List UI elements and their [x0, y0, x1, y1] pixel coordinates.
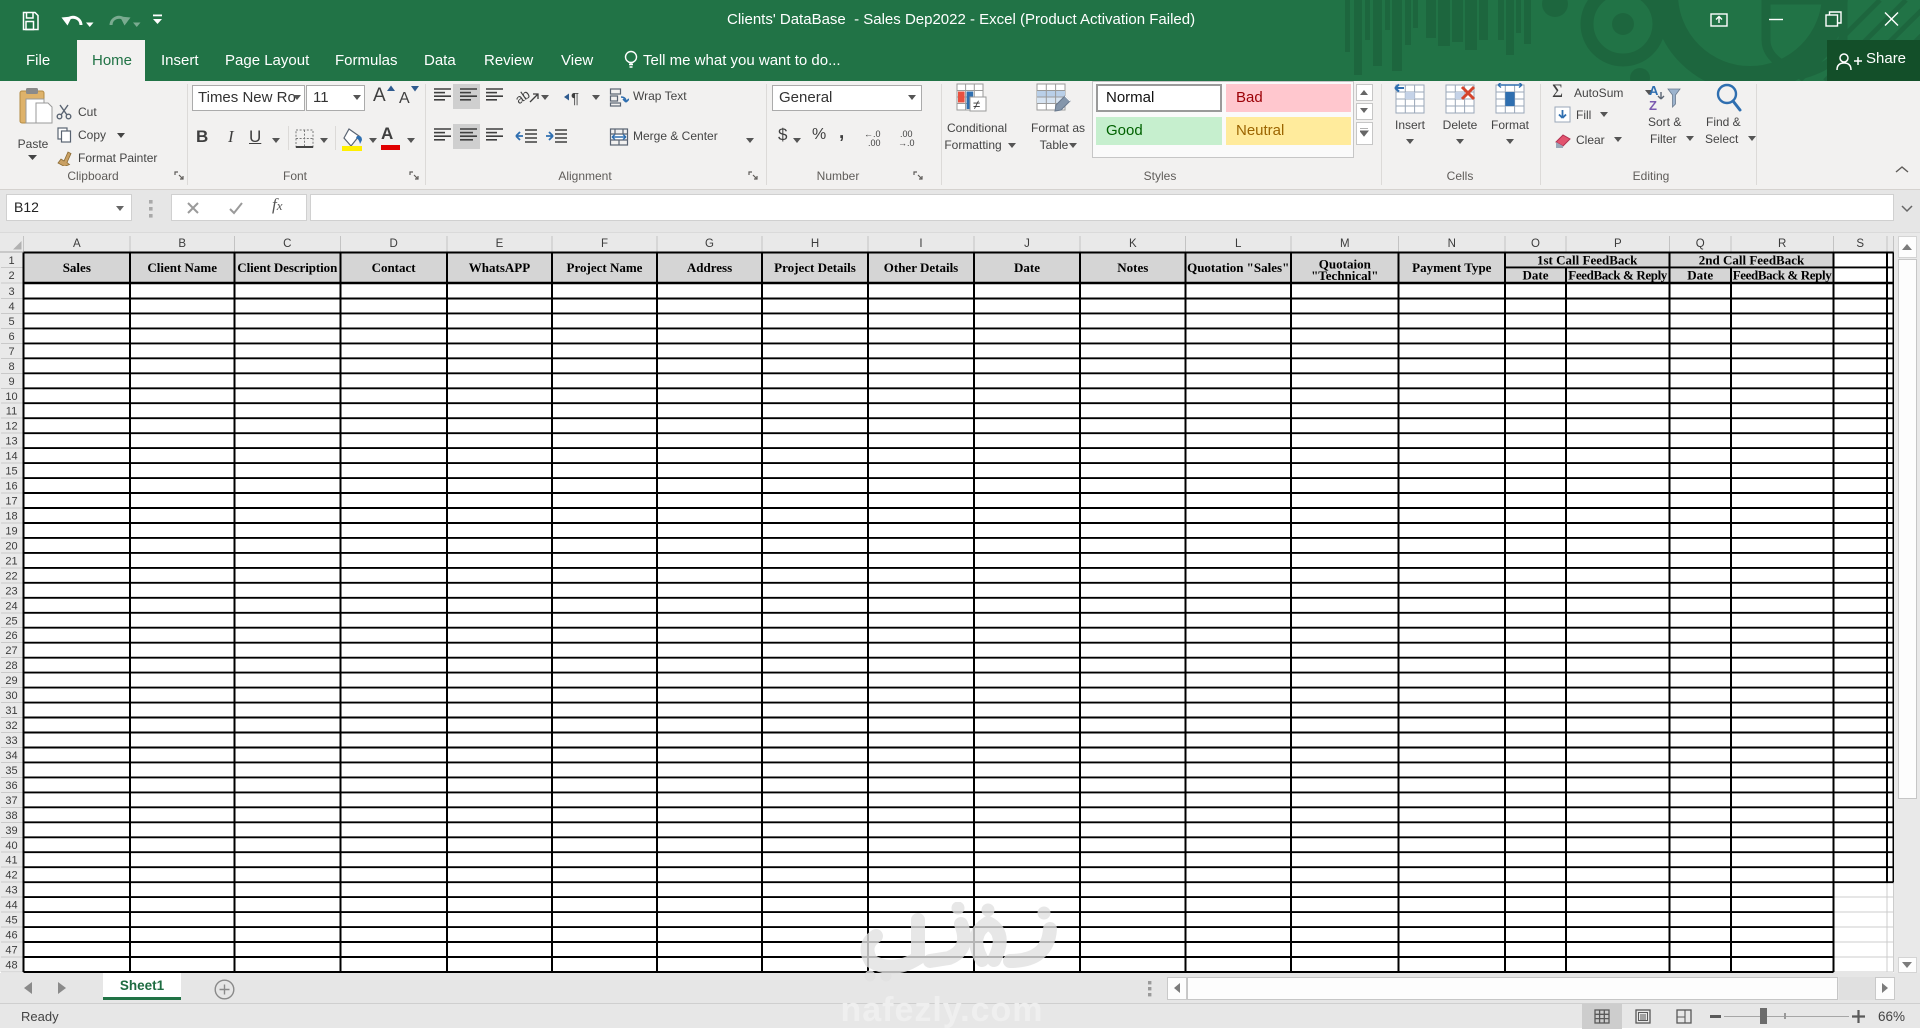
svg-text:22: 22	[5, 570, 17, 582]
svg-text:R: R	[1778, 238, 1786, 250]
svg-text:9: 9	[8, 376, 14, 388]
svg-text:36: 36	[5, 780, 17, 792]
svg-text:10: 10	[5, 391, 17, 403]
svg-text:D: D	[389, 238, 397, 250]
svg-text:26: 26	[5, 630, 17, 642]
svg-text:2nd Call FeedBack: 2nd Call FeedBack	[1699, 252, 1805, 267]
svg-text:"Technical": "Technical"	[1311, 268, 1378, 283]
svg-text:46: 46	[5, 930, 17, 942]
svg-text:41: 41	[5, 855, 17, 867]
svg-text:G: G	[705, 238, 714, 250]
svg-text:13: 13	[5, 436, 17, 448]
svg-text:F: F	[601, 238, 608, 250]
svg-text:38: 38	[5, 810, 17, 822]
svg-text:42: 42	[5, 870, 17, 882]
svg-text:M: M	[1340, 238, 1350, 250]
svg-text:1st Call FeedBack: 1st Call FeedBack	[1537, 252, 1638, 267]
svg-text:37: 37	[5, 795, 17, 807]
svg-text:Z: Z	[1649, 98, 1657, 113]
svg-text:L: L	[1235, 238, 1242, 250]
svg-text:Other Details: Other Details	[884, 260, 959, 275]
svg-text:28: 28	[5, 660, 17, 672]
svg-text:.00: .00	[868, 138, 881, 148]
svg-text:21: 21	[5, 555, 17, 567]
svg-text:Q: Q	[1696, 238, 1705, 250]
svg-text:A: A	[73, 238, 81, 250]
svg-text:Date: Date	[1014, 260, 1040, 275]
svg-text:C: C	[283, 238, 291, 250]
svg-text:¶: ¶	[571, 90, 579, 106]
svg-text:FeedBack & Reply: FeedBack & Reply	[1568, 267, 1668, 282]
svg-text:O: O	[1531, 238, 1540, 250]
svg-text:30: 30	[5, 690, 17, 702]
svg-text:7: 7	[8, 346, 14, 358]
svg-text:S: S	[1856, 238, 1864, 250]
svg-text:nafezly.com: nafezly.com	[840, 991, 1043, 1028]
svg-text:Payment Type: Payment Type	[1412, 260, 1492, 275]
svg-text:25: 25	[5, 615, 17, 627]
svg-text:15: 15	[5, 466, 17, 478]
svg-text:Quotation "Sales": Quotation "Sales"	[1187, 260, 1289, 275]
svg-text:32: 32	[5, 720, 17, 732]
svg-text:29: 29	[5, 675, 17, 687]
svg-text:N: N	[1448, 238, 1456, 250]
svg-text:39: 39	[5, 825, 17, 837]
svg-text:20: 20	[5, 540, 17, 552]
svg-text:Contact: Contact	[372, 260, 417, 275]
svg-text:≠: ≠	[973, 97, 980, 112]
svg-text:43: 43	[5, 885, 17, 897]
svg-text:23: 23	[5, 585, 17, 597]
svg-text:ab: ab	[516, 86, 533, 107]
svg-text:8: 8	[8, 361, 14, 373]
svg-text:14: 14	[5, 451, 17, 463]
svg-text:E: E	[496, 238, 504, 250]
svg-text:16: 16	[5, 481, 17, 493]
svg-text:33: 33	[5, 735, 17, 747]
svg-text:12: 12	[5, 421, 17, 433]
svg-text:Client Description: Client Description	[237, 260, 338, 275]
svg-text:2: 2	[8, 270, 14, 282]
svg-text:1: 1	[8, 255, 14, 267]
svg-text:27: 27	[5, 645, 17, 657]
svg-text:H: H	[811, 238, 819, 250]
svg-text:45: 45	[5, 915, 17, 927]
svg-text:47: 47	[5, 945, 17, 957]
svg-text:Address: Address	[687, 260, 732, 275]
svg-text:Notes: Notes	[1117, 260, 1148, 275]
svg-text:Date: Date	[1687, 267, 1713, 282]
svg-text:11: 11	[6, 406, 17, 418]
svg-text:→.0: →.0	[898, 138, 915, 148]
svg-text:J: J	[1024, 238, 1030, 250]
svg-text:18: 18	[5, 511, 17, 523]
svg-text:Date: Date	[1523, 267, 1549, 282]
svg-text:FeedBack & Reply: FeedBack & Reply	[1733, 267, 1833, 282]
svg-text:Sales: Sales	[63, 260, 91, 275]
svg-text:48: 48	[5, 960, 17, 972]
svg-text:34: 34	[5, 750, 17, 762]
svg-text:B: B	[178, 238, 186, 250]
svg-text:4: 4	[8, 301, 14, 313]
svg-text:35: 35	[5, 765, 17, 777]
svg-text:6: 6	[8, 331, 14, 343]
svg-text:31: 31	[5, 705, 17, 717]
svg-text:I: I	[919, 238, 922, 250]
svg-text:17: 17	[5, 496, 17, 508]
svg-text:5: 5	[8, 316, 14, 328]
svg-text:44: 44	[5, 900, 17, 912]
svg-text:24: 24	[5, 600, 17, 612]
svg-text:P: P	[1614, 238, 1622, 250]
svg-text:K: K	[1129, 238, 1137, 250]
svg-text:Project Details: Project Details	[774, 260, 856, 275]
svg-text:WhatsAPP: WhatsAPP	[469, 260, 530, 275]
svg-text:19: 19	[5, 526, 17, 538]
svg-text:3: 3	[8, 286, 14, 298]
svg-text:Client Name: Client Name	[147, 260, 217, 275]
svg-text:Project Name: Project Name	[567, 260, 643, 275]
svg-text:40: 40	[5, 840, 17, 852]
svg-text:A: A	[1649, 83, 1659, 98]
